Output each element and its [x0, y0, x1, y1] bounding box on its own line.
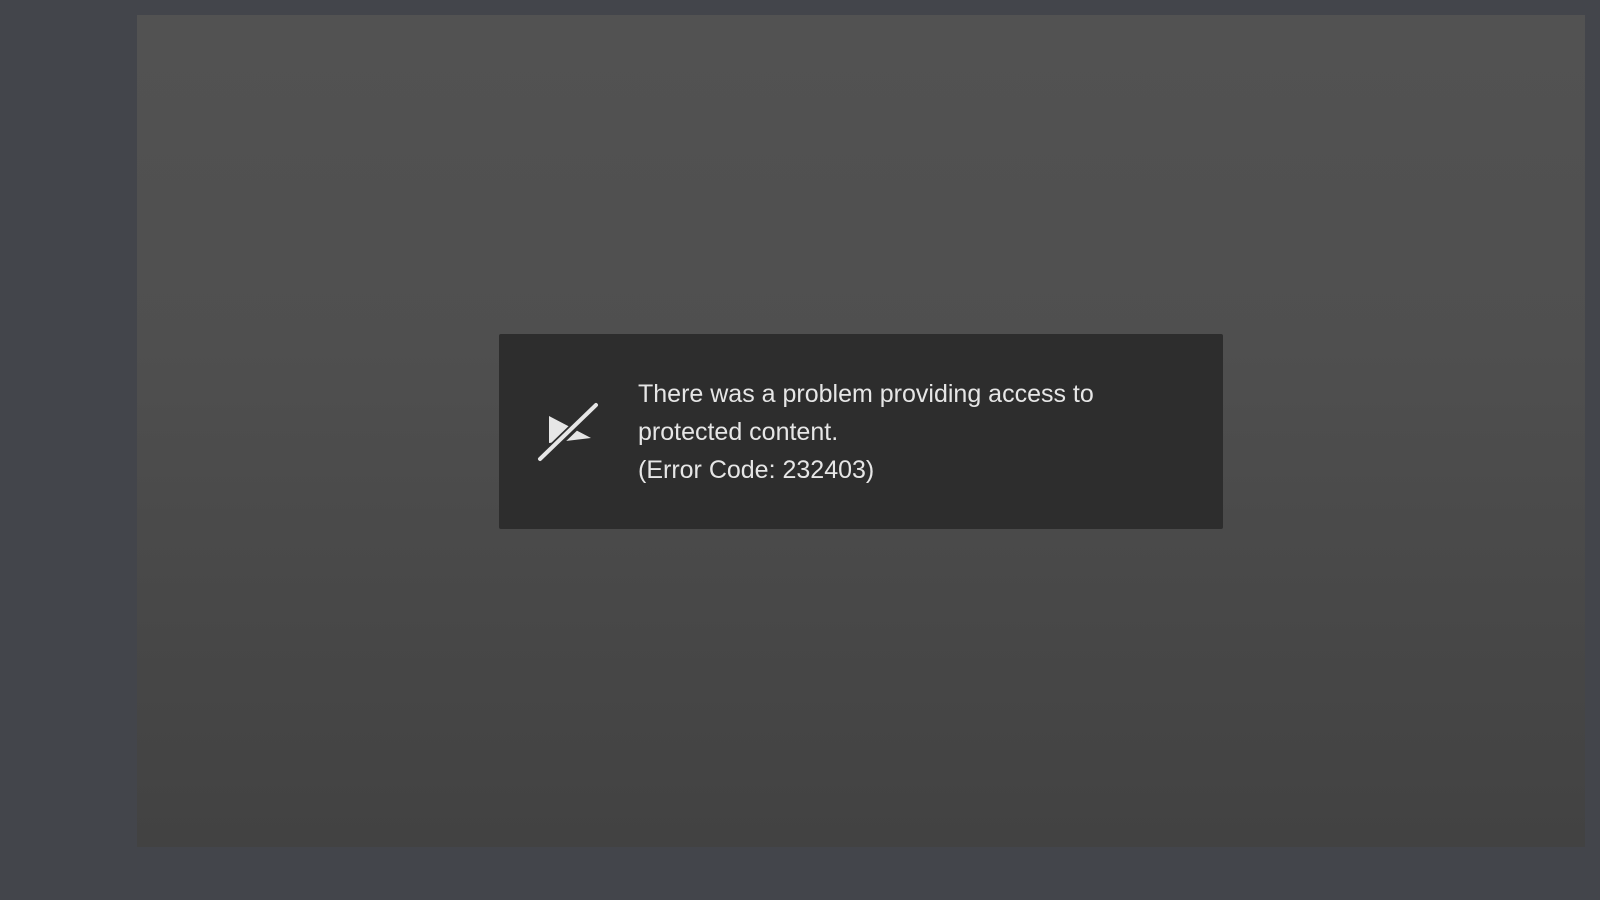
error-message-box: There was a problem providing access to … — [499, 334, 1223, 529]
error-code: (Error Code: 232403) — [638, 456, 875, 484]
error-message-line-1: There was a problem providing access to — [638, 380, 1094, 408]
error-message: There was a problem providing access to … — [638, 375, 1198, 489]
protected-content-blocked-icon — [535, 401, 601, 465]
video-player[interactable]: There was a problem providing access to … — [137, 15, 1585, 847]
error-message-line-2: protected content. — [638, 418, 839, 446]
